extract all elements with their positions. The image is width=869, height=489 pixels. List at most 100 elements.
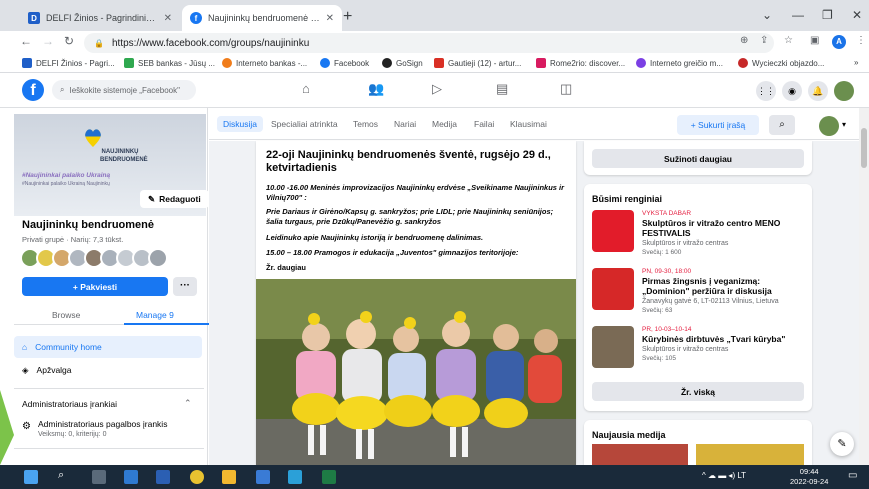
event-item[interactable]: VYKSTA DABAR Skulptūros ir vitražo centr… [592, 210, 804, 256]
menu-kebab-icon[interactable]: ⋮ [856, 35, 866, 46]
profile-avatar[interactable]: A [832, 35, 846, 49]
sidebar-item-label: Apžvalga [36, 365, 72, 375]
group-name[interactable]: Naujininkų bendruomenė [22, 219, 154, 231]
reload-icon[interactable]: ↻ [64, 34, 74, 48]
bookmarks-overflow-icon[interactable]: » [854, 58, 858, 67]
close-icon[interactable]: ✕ [326, 13, 334, 24]
chevron-up-icon[interactable]: ⌃ [184, 398, 192, 409]
task-view-icon[interactable] [92, 470, 106, 484]
media-thumbnail[interactable] [696, 444, 804, 465]
invite-button[interactable]: + Pakviesti [22, 277, 168, 296]
travel-icon [738, 58, 748, 68]
edge-icon[interactable] [288, 470, 302, 484]
facebook-search-input[interactable]: ⌕ Ieškokite sistemoje „Facebook" [52, 80, 196, 100]
event-date: PN, 09-30, 18:00 [642, 268, 692, 275]
member-avatars[interactable] [20, 248, 168, 270]
excel-icon[interactable] [322, 470, 336, 484]
post-photo[interactable] [256, 279, 576, 465]
facebook-logo-icon[interactable]: f [22, 79, 44, 101]
back-icon[interactable]: ← [20, 34, 32, 48]
zoom-icon[interactable]: ⊕ [740, 35, 748, 46]
sidebar-item-overview[interactable]: ◈ Apžvalga [14, 359, 202, 381]
bookmark-item[interactable]: Wycieczki objazdo... [738, 58, 824, 68]
new-tab-icon[interactable]: + [343, 8, 352, 26]
media-thumbnail[interactable] [592, 444, 688, 465]
recent-media-card: Naujausia medija [584, 420, 812, 465]
file-explorer-icon[interactable] [222, 470, 236, 484]
browser-tab-delfi[interactable]: D DELFI Žinios - Pagrindinis naujien ✕ [20, 5, 180, 31]
tab-members[interactable]: Nariai [394, 119, 416, 129]
sidebar-tabs: Browse Manage 9 [14, 305, 210, 325]
tab-search-chevron-icon[interactable]: ⌄ [762, 8, 772, 22]
see-all-events-button[interactable]: Žr. viską [592, 382, 804, 401]
home-icon[interactable]: ⌂ [302, 81, 310, 96]
notifications-icon[interactable]: ▭ [848, 470, 857, 481]
notifications-bell-icon[interactable]: 🔔 [808, 81, 828, 101]
system-tray-icons[interactable]: ^ ☁ ▬ ◂) LT [702, 471, 746, 480]
event-location: Žanavykų gatvė 6, LT-02113 Vilnius, Liet… [642, 298, 779, 305]
browser-tab-facebook[interactable]: f Naujininkų bendruomenė | Facebo ✕ [182, 5, 342, 31]
bookmark-item[interactable]: DELFI Žinios - Pagri... [22, 58, 115, 68]
admin-assist-title[interactable]: Administratoriaus pagalbos įrankis [38, 419, 167, 429]
tab-files[interactable]: Failai [474, 119, 494, 129]
learn-more-button[interactable]: Sužinoti daugiau [592, 149, 804, 168]
clock[interactable]: 09:44 2022-09-24 [790, 467, 828, 487]
avatar[interactable] [819, 116, 839, 136]
forward-icon[interactable]: → [42, 34, 54, 48]
new-message-icon[interactable]: ✎ [830, 432, 854, 456]
event-name: Skulptūros ir vitražo centro MENO FESTIV… [642, 218, 781, 238]
scrollbar-thumb[interactable] [861, 128, 867, 168]
tab-media[interactable]: Medija [432, 119, 457, 129]
bookmarks-bar: DELFI Žinios - Pagri... SEB bankas - Jūs… [0, 55, 869, 73]
chrome-icon[interactable] [190, 470, 204, 484]
event-item[interactable]: PR, 10-03–10-14 Kūrybinės dirbtuvės „Tva… [592, 326, 804, 372]
tab-browse[interactable]: Browse [52, 310, 80, 320]
windows-start-icon[interactable] [24, 470, 38, 484]
bookmark-item[interactable]: GoSign [382, 58, 423, 68]
search-icon[interactable]: ⌕ [58, 469, 64, 482]
bookmark-item[interactable]: Interneto bankas -... [222, 58, 307, 68]
tab-manage[interactable]: Manage 9 [136, 310, 174, 320]
share-icon[interactable]: ⇪ [760, 35, 768, 46]
marketplace-icon[interactable]: ▤ [496, 81, 508, 97]
see-more-link[interactable]: Žr. daugiau [266, 263, 566, 273]
close-icon[interactable]: ✕ [164, 13, 172, 24]
groups-icon[interactable]: ◫ [560, 81, 572, 97]
store-icon[interactable] [256, 470, 270, 484]
sidebar-item-community-home[interactable]: ⌂ Community home [14, 336, 202, 358]
overview-icon: ◈ [22, 364, 29, 375]
avatar[interactable] [148, 248, 168, 268]
watch-icon[interactable]: ▷ [432, 81, 442, 97]
bookmark-item[interactable]: Facebook [320, 58, 369, 68]
chevron-down-icon[interactable]: ▾ [842, 120, 846, 129]
tab-discussion[interactable]: Diskusija [217, 116, 264, 132]
event-item[interactable]: PN, 09-30, 18:00 Pirmas žingsnis į vegan… [592, 268, 804, 314]
address-bar[interactable]: 🔒 https://www.facebook.com/groups/naujin… [84, 33, 774, 53]
restore-icon[interactable]: ❐ [822, 8, 833, 22]
minimize-icon[interactable]: — [792, 8, 804, 22]
tab-questions[interactable]: Klausimai [510, 119, 547, 129]
clock-time: 09:44 [799, 467, 819, 476]
sidebar-item-label: Community home [35, 342, 102, 352]
create-post-button[interactable]: + Sukurti įrašą [677, 115, 759, 135]
outlook-icon[interactable] [124, 470, 138, 484]
messenger-icon[interactable]: ◉ [782, 81, 802, 101]
edit-cover-button[interactable]: ✎ Redaguoti [140, 190, 209, 208]
sidepanel-icon[interactable]: ▣ [810, 35, 819, 46]
word-icon[interactable] [156, 470, 170, 484]
admin-assist-subtitle: Veiksmų: 0, kriterijų: 0 [38, 431, 107, 438]
tab-featured[interactable]: Specialiai atrinkta [271, 119, 338, 129]
group-search-icon[interactable]: ⌕ [769, 115, 795, 135]
bookmark-item[interactable]: SEB bankas - Jūsų ... [124, 58, 215, 68]
bookmark-item[interactable]: Interneto greičio m... [636, 58, 723, 68]
friends-icon[interactable]: 👥 [368, 81, 384, 97]
event-name: Pirmas žingsnis į veganizmą: „Dominion" … [642, 276, 772, 296]
menu-grid-icon[interactable]: ⋮⋮ [756, 81, 776, 101]
bookmark-item[interactable]: Rome2rio: discover... [536, 58, 625, 68]
account-avatar[interactable] [834, 81, 854, 101]
more-options-button[interactable]: ··· [173, 277, 197, 296]
tab-topics[interactable]: Temos [353, 119, 378, 129]
close-window-icon[interactable]: ✕ [852, 8, 862, 22]
bookmark-star-icon[interactable]: ☆ [784, 35, 793, 46]
bookmark-item[interactable]: Gautieji (12) - artur... [434, 58, 521, 68]
